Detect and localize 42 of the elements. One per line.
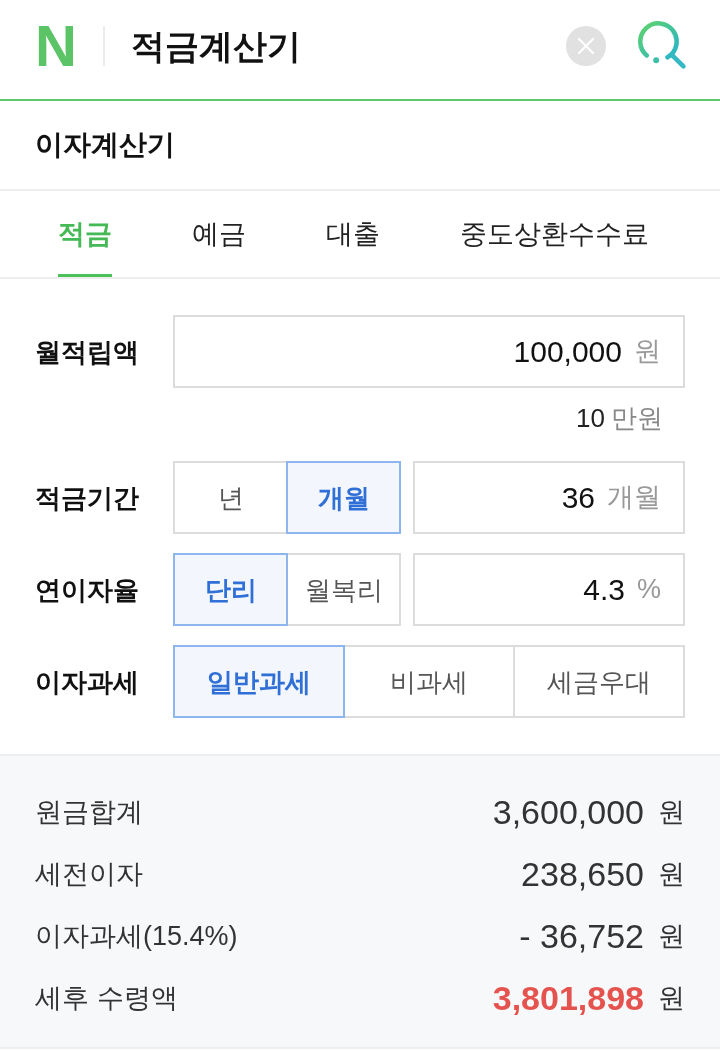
currency-unit: 원 (658, 922, 685, 950)
input-value: 4.3 (583, 574, 625, 605)
result-amount: - 36,752 (519, 919, 644, 953)
toggle-option[interactable]: 단리 (173, 553, 288, 626)
unit-label: 개월 (607, 484, 661, 511)
search-icon[interactable] (638, 20, 688, 71)
tab[interactable]: 대출 (326, 191, 380, 277)
input-value: 100,000 (513, 336, 622, 367)
page-title: 적금계산기 (130, 28, 301, 63)
currency-unit: 원 (658, 860, 685, 888)
toggle-option[interactable]: 월복리 (286, 553, 401, 626)
unit-label: % (637, 576, 661, 603)
section-title: 이자계산기 (35, 131, 175, 159)
field-label: 이자과세 (35, 668, 140, 695)
amount-in-words: 10 (576, 405, 605, 431)
result-amount: 238,650 (521, 857, 644, 891)
clear-button[interactable] (566, 25, 606, 66)
number-field[interactable]: 4.3 % (413, 553, 685, 626)
result-amount: 3,600,000 (492, 795, 644, 829)
number-field[interactable]: 36 개월 (413, 461, 685, 534)
number-field[interactable]: 100,000 원 (173, 315, 685, 388)
result-label: 세후 수령액 (35, 984, 178, 1012)
result-label: 세전이자 (35, 860, 143, 888)
close-icon (577, 36, 595, 55)
result-label: 이자과세(15.4%) (35, 922, 238, 950)
field-label: 연이자율 (35, 576, 140, 603)
toggle-option[interactable]: 일반과세 (173, 645, 345, 718)
tab[interactable]: 예금 (192, 191, 246, 277)
toggle-option[interactable]: 비과세 (343, 645, 515, 718)
input-value: 36 (561, 482, 595, 513)
unit-label: 만원 (611, 405, 663, 431)
result-label: 원금합계 (35, 798, 143, 826)
result-amount: 3,801,898 (492, 981, 644, 1015)
currency-unit: 원 (658, 798, 685, 826)
field-label: 월적립액 (35, 338, 140, 365)
field-label: 적금기간 (35, 484, 140, 511)
unit-label: 원 (634, 338, 661, 365)
currency-unit: 원 (658, 984, 685, 1012)
tab[interactable]: 중도상환수수료 (460, 191, 649, 277)
toggle-option[interactable]: 년 (173, 461, 288, 534)
toggle-option[interactable]: 개월 (286, 461, 401, 534)
toggle-option[interactable]: 세금우대 (513, 645, 685, 718)
